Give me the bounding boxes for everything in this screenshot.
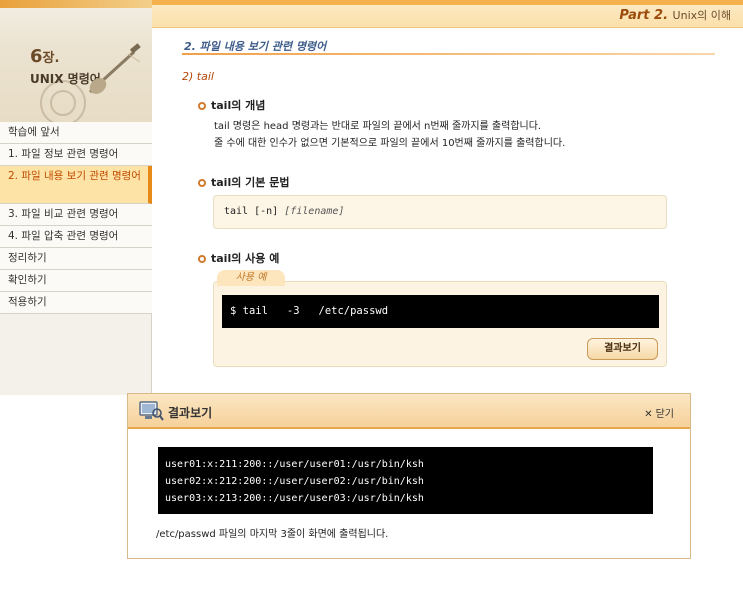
guitar-illustration (88, 43, 141, 94)
bullet-circle-icon (198, 179, 206, 187)
concept-text: tail 명령은 head 명령과는 반대로 파일의 끝에서 n번째 줄까지를 … (214, 118, 565, 152)
lecture-window: 6장. UNIX 명령어 학습에 앞서 1. 파일 정보 관련 명령어 2. 파… (0, 0, 743, 395)
close-label: 닫기 (655, 409, 674, 420)
section-divider (182, 53, 715, 55)
chapter-number: 6장. (30, 46, 60, 67)
example-tab: 사용 예 (217, 270, 285, 286)
chapter-banner: 6장. UNIX 명령어 (0, 0, 152, 122)
syntax-argument: [filename] (284, 206, 345, 217)
decor-ring (50, 90, 76, 116)
bullet-circle-icon (198, 102, 206, 110)
menu-item-file-view[interactable]: 2. 파일 내용 보기 관련 명령어 (0, 166, 152, 204)
part-number: Part 2. (619, 8, 669, 23)
close-x-icon: ✕ (644, 409, 653, 420)
syntax-heading: tail의 기본 문법 (198, 174, 289, 190)
chapter-menu: 학습에 앞서 1. 파일 정보 관련 명령어 2. 파일 내용 보기 관련 명령… (0, 122, 152, 314)
result-popup: 결과보기 ✕ 닫기 user01:x:211:200::/user/user01:… (127, 393, 691, 559)
section-title: 2. 파일 내용 보기 관련 명령어 (184, 40, 327, 53)
menu-item-file-compare[interactable]: 3. 파일 비교 관련 명령어 (0, 204, 152, 226)
banner-strip (0, 0, 152, 8)
output-line: user03:x:213:200::/user/user03:/usr/bin/… (165, 493, 424, 504)
show-result-button[interactable]: 결과보기 (587, 338, 658, 360)
screenshot: 6장. UNIX 명령어 학습에 앞서 1. 파일 정보 관련 명령어 2. 파… (0, 0, 743, 591)
concept-heading: tail의 개념 (198, 97, 265, 113)
menu-item-check[interactable]: 확인하기 (0, 270, 152, 292)
example-terminal: $ tail -3 /etc/passwd (222, 295, 659, 328)
concept-line-1: tail 명령은 head 명령과는 반대로 파일의 끝에서 n번째 줄까지를 … (214, 121, 542, 132)
result-note: /etc/passwd 파일의 마지막 3줄이 화면에 출력됩니다. (156, 529, 389, 540)
menu-item-file-info[interactable]: 1. 파일 정보 관련 명령어 (0, 144, 152, 166)
main-content: Part 2. Unix의 이해 2. 파일 내용 보기 관련 명령어 2) t… (152, 0, 743, 395)
output-line: user02:x:212:200::/user/user02:/usr/bin/… (165, 476, 424, 487)
part-title: Unix의 이해 (672, 9, 731, 22)
menu-item-apply[interactable]: 적용하기 (0, 292, 152, 314)
header-stripe (152, 0, 743, 5)
sidebar: 6장. UNIX 명령어 학습에 앞서 1. 파일 정보 관련 명령어 2. 파… (0, 0, 152, 395)
header-band: Part 2. Unix의 이해 (152, 0, 743, 28)
part-label: Part 2. Unix의 이해 (619, 7, 731, 23)
subsection-title: 2) tail (182, 70, 214, 83)
bullet-circle-icon (198, 255, 206, 263)
menu-item-intro[interactable]: 학습에 앞서 (0, 122, 152, 144)
result-terminal: user01:x:211:200::/user/user01:/usr/bin/… (158, 447, 653, 514)
close-button[interactable]: ✕ 닫기 (644, 405, 674, 420)
syntax-box: tail [-n] [filename] (213, 195, 667, 229)
output-line: user01:x:211:200::/user/user01:/usr/bin/… (165, 459, 424, 470)
menu-item-file-compress[interactable]: 4. 파일 압축 관련 명령어 (0, 226, 152, 248)
popup-title: 결과보기 (168, 406, 213, 420)
syntax-command: tail [-n] (224, 206, 279, 217)
concept-line-2: 줄 수에 대한 인수가 없으면 기본적으로 파일의 끝에서 10번째 줄까지를 … (214, 138, 566, 149)
popup-titlebar: 결과보기 ✕ 닫기 (128, 394, 690, 429)
menu-item-summary[interactable]: 정리하기 (0, 248, 152, 270)
monitor-magnifier-icon (139, 401, 164, 421)
example-heading: tail의 사용 예 (198, 250, 279, 266)
